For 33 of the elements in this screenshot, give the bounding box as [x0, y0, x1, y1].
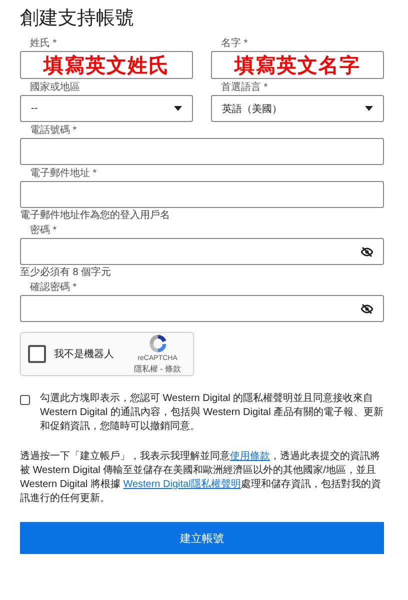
helper-text: 至少必須有 8 個字元: [20, 267, 112, 279]
captcha-label: 我不是機器人: [54, 348, 115, 361]
field-label: 首選語言 *: [221, 82, 269, 94]
terms-link[interactable]: 使用條款: [230, 451, 270, 462]
input-field[interactable]: [20, 138, 384, 165]
create-account-button[interactable]: 建立帳號: [20, 522, 384, 554]
recaptcha-icon: [146, 332, 169, 354]
field-label: 密碼 *: [30, 225, 58, 237]
captcha-checkbox[interactable]: [28, 345, 46, 363]
password-field[interactable]: [20, 295, 384, 322]
field-label: 電話號碼 *: [30, 125, 78, 137]
consent-checkbox[interactable]: [20, 395, 30, 405]
consent-text: 勾選此方塊即表示，您認可 Western Digital 的隱私權聲明並且同意接收來自 Western Digital 的通訊內容，包括與 Western Digital 產品有關的電子報、更新和促銷資訊，您隨時可以撤銷同意。: [40, 392, 384, 434]
select-field[interactable]: --: [20, 95, 193, 122]
page-title: 創建支持帳號: [20, 7, 135, 31]
caret-icon: [365, 106, 373, 111]
field-label: 姓氏 *: [30, 38, 58, 50]
helper-text: 電子郵件地址作為您的登入用戶名: [20, 210, 171, 222]
hide-password-icon[interactable]: [361, 246, 373, 258]
field-label: 國家或地區: [30, 82, 81, 94]
terms-text: 透過按一下「建立帳戶」，我表示我理解並同意使用條款，透過此表提交的資訊將被 Western Digital 傳輸至並儲存在美國和歐洲經濟區以外的其他國家/地區，並且 Western Digital 將根據 Western Digital隱私權聲明處理和儲存資訊，包括對我的資訊進行的任何更新。: [20, 450, 382, 506]
field-label: 電子郵件地址 *: [30, 168, 98, 180]
captcha-links[interactable]: 隱私權 - 條款: [134, 362, 182, 374]
password-field[interactable]: [20, 238, 384, 265]
input-field[interactable]: 填寫英文姓氏: [20, 51, 193, 79]
field-label: 確認密碼 *: [30, 282, 78, 294]
privacy-link[interactable]: Western Digital隱私權聲明: [123, 479, 241, 490]
input-field[interactable]: [20, 181, 384, 208]
caret-icon: [174, 106, 182, 111]
select-field[interactable]: 英語（美國）: [211, 95, 384, 122]
field-label: 名字 *: [221, 38, 249, 50]
input-field[interactable]: 填寫英文名字: [211, 51, 384, 79]
hide-password-icon[interactable]: [361, 302, 373, 314]
